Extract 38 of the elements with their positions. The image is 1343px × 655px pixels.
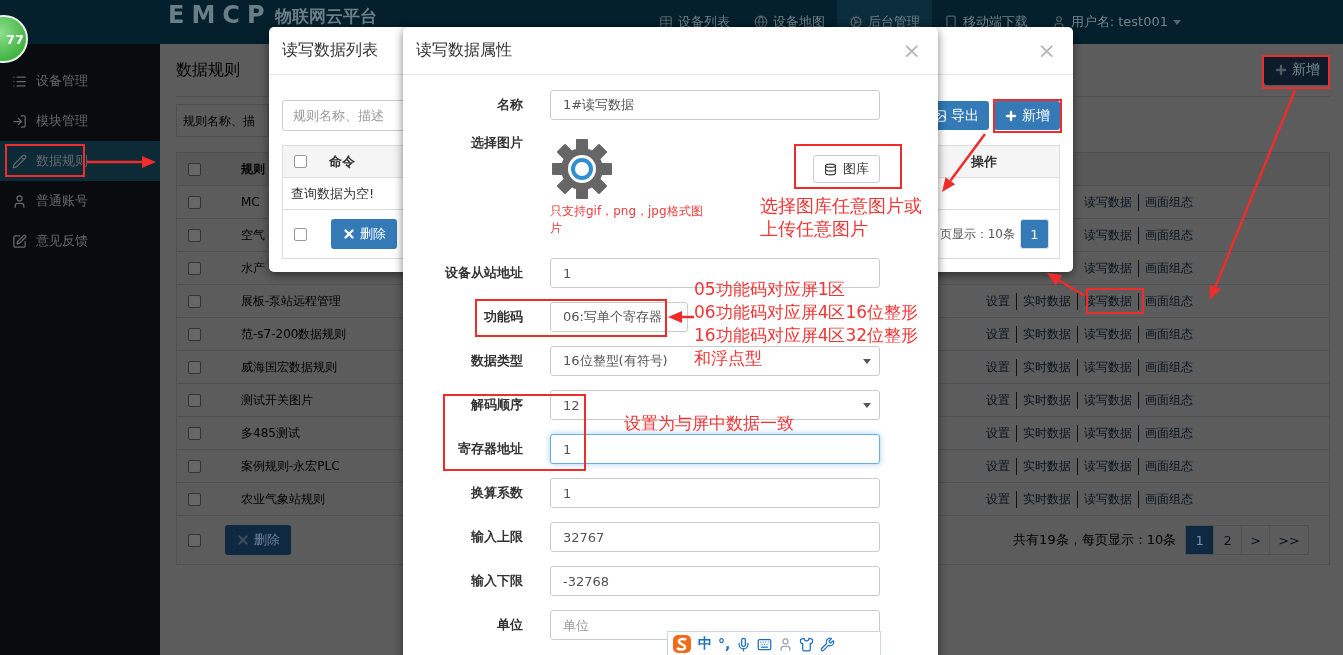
- column-header: 命令: [329, 152, 355, 171]
- field-label: 输入上限: [471, 528, 523, 546]
- field-label: 名称: [497, 96, 523, 114]
- field-label: 功能码: [484, 308, 523, 326]
- format-note: 只支持gif，png，jpg格式图片: [550, 203, 704, 237]
- field-label: 寄存器地址: [458, 440, 523, 458]
- table-cell: 展板-泵站远程管理: [241, 292, 342, 310]
- annotation-text: 和浮点型: [694, 347, 762, 370]
- site-title: 物联网云平台: [275, 5, 378, 28]
- dialog-title: 读写数据属性: [416, 40, 512, 61]
- page-summary: 共有19条，每页显示：10条: [1013, 531, 1177, 549]
- annotation-text: 选择图库任意图片或: [760, 194, 922, 217]
- table-cell: 范-s7-200数据规则: [241, 325, 347, 343]
- page-title: 数据规则: [176, 59, 240, 81]
- logo: EMCP: [168, 1, 272, 29]
- field-label: 数据类型: [471, 352, 523, 370]
- field-label: 输入下限: [471, 572, 523, 590]
- table-cell: 测试开关图片: [241, 391, 313, 409]
- field-label: 选择图片: [471, 134, 523, 152]
- table-cell: 农业气象站规则: [241, 490, 325, 508]
- table-cell: 威海国宏数据规则: [241, 358, 337, 376]
- column-header: 规则: [241, 160, 265, 178]
- annotation-text: 06功能码对应屏4区16位整形: [694, 301, 919, 324]
- table-cell: MC: [241, 195, 260, 209]
- field-label: 解码顺序: [471, 396, 523, 414]
- table-cell: 多485测试: [241, 424, 300, 442]
- table-cell: 案例规则-永宏PLC: [241, 457, 340, 475]
- empty-message: 查询数据为空!: [291, 184, 375, 203]
- table-cell: 水产: [241, 259, 265, 277]
- column-header: 操作: [970, 152, 998, 171]
- field-label: 设备从站地址: [445, 264, 523, 282]
- annotation-text: 16功能码对应屏4区32位整形: [694, 324, 919, 347]
- page-summary: 页显示：10条: [939, 225, 1015, 243]
- table-cell: 空气: [241, 226, 265, 244]
- dialog-title: 读写数据列表: [282, 40, 378, 61]
- annotation-text: 上传任意图片: [760, 217, 868, 240]
- field-label: 单位: [497, 616, 523, 634]
- field-label: 换算系数: [471, 484, 523, 502]
